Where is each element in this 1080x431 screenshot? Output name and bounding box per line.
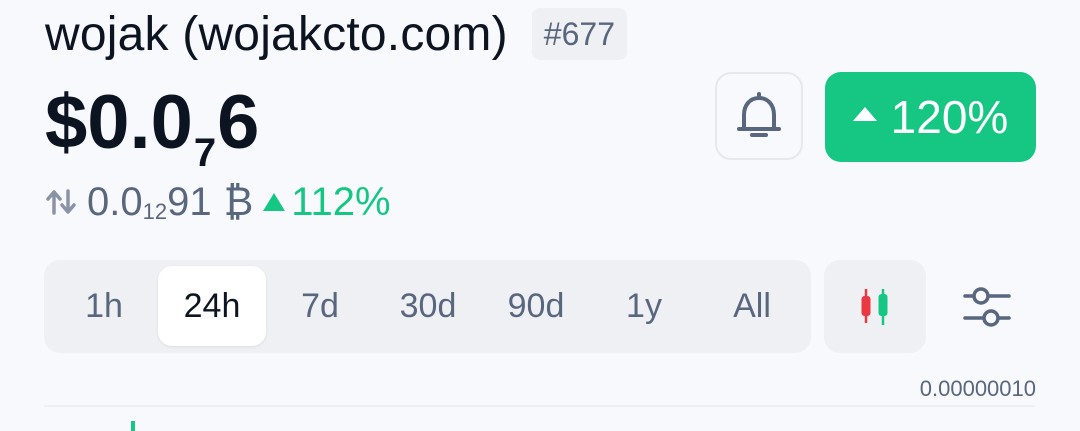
range-90d[interactable]: 90d	[482, 266, 590, 346]
candlestick-toggle-button[interactable]	[824, 260, 926, 353]
time-range-selector: 1h 24h 7d 30d 90d 1y All	[44, 260, 811, 353]
chart-gridline	[44, 405, 1035, 407]
coin-name: wojak (wojakcto.com)	[45, 7, 508, 61]
range-24h[interactable]: 24h	[158, 266, 266, 346]
price-zero-count: 7	[193, 131, 217, 175]
price-change-button[interactable]: 120%	[825, 72, 1036, 162]
chart-candle	[131, 421, 135, 431]
btc-price-digits: 91	[167, 179, 212, 224]
price-change-value: 120%	[890, 91, 1009, 143]
usd-price: $0.076	[45, 80, 259, 178]
rank-badge: #677	[531, 8, 627, 60]
btc-change: 112%	[263, 179, 391, 225]
price-digits: 6	[217, 80, 260, 165]
up-triangle-icon	[852, 107, 877, 121]
up-triangle-icon	[263, 193, 286, 211]
btc-price-row: 0.0 12 91 ₿ 112%	[45, 178, 391, 226]
price-alert-button[interactable]	[715, 72, 803, 160]
chart-axis-label: 0.00000010	[919, 376, 1036, 401]
btc-symbol: ₿	[223, 179, 254, 224]
btc-price-prefix: 0.0	[87, 179, 143, 224]
btc-change-value: 112%	[291, 179, 391, 224]
range-7d[interactable]: 7d	[266, 266, 374, 346]
sliders-icon	[963, 287, 1011, 327]
bell-icon	[737, 92, 781, 137]
candlestick-chart-icon	[861, 288, 888, 325]
range-all[interactable]: All	[698, 266, 806, 346]
btc-price-zero-count: 12	[142, 199, 168, 224]
swap-arrows-icon	[46, 189, 76, 215]
chart-settings-button[interactable]	[950, 270, 1024, 344]
range-30d[interactable]: 30d	[374, 266, 482, 346]
range-1h[interactable]: 1h	[50, 266, 158, 346]
price-prefix: $0.0	[45, 80, 193, 165]
coin-header: wojak (wojakcto.com) #677	[45, 4, 627, 64]
range-1y[interactable]: 1y	[590, 266, 698, 346]
